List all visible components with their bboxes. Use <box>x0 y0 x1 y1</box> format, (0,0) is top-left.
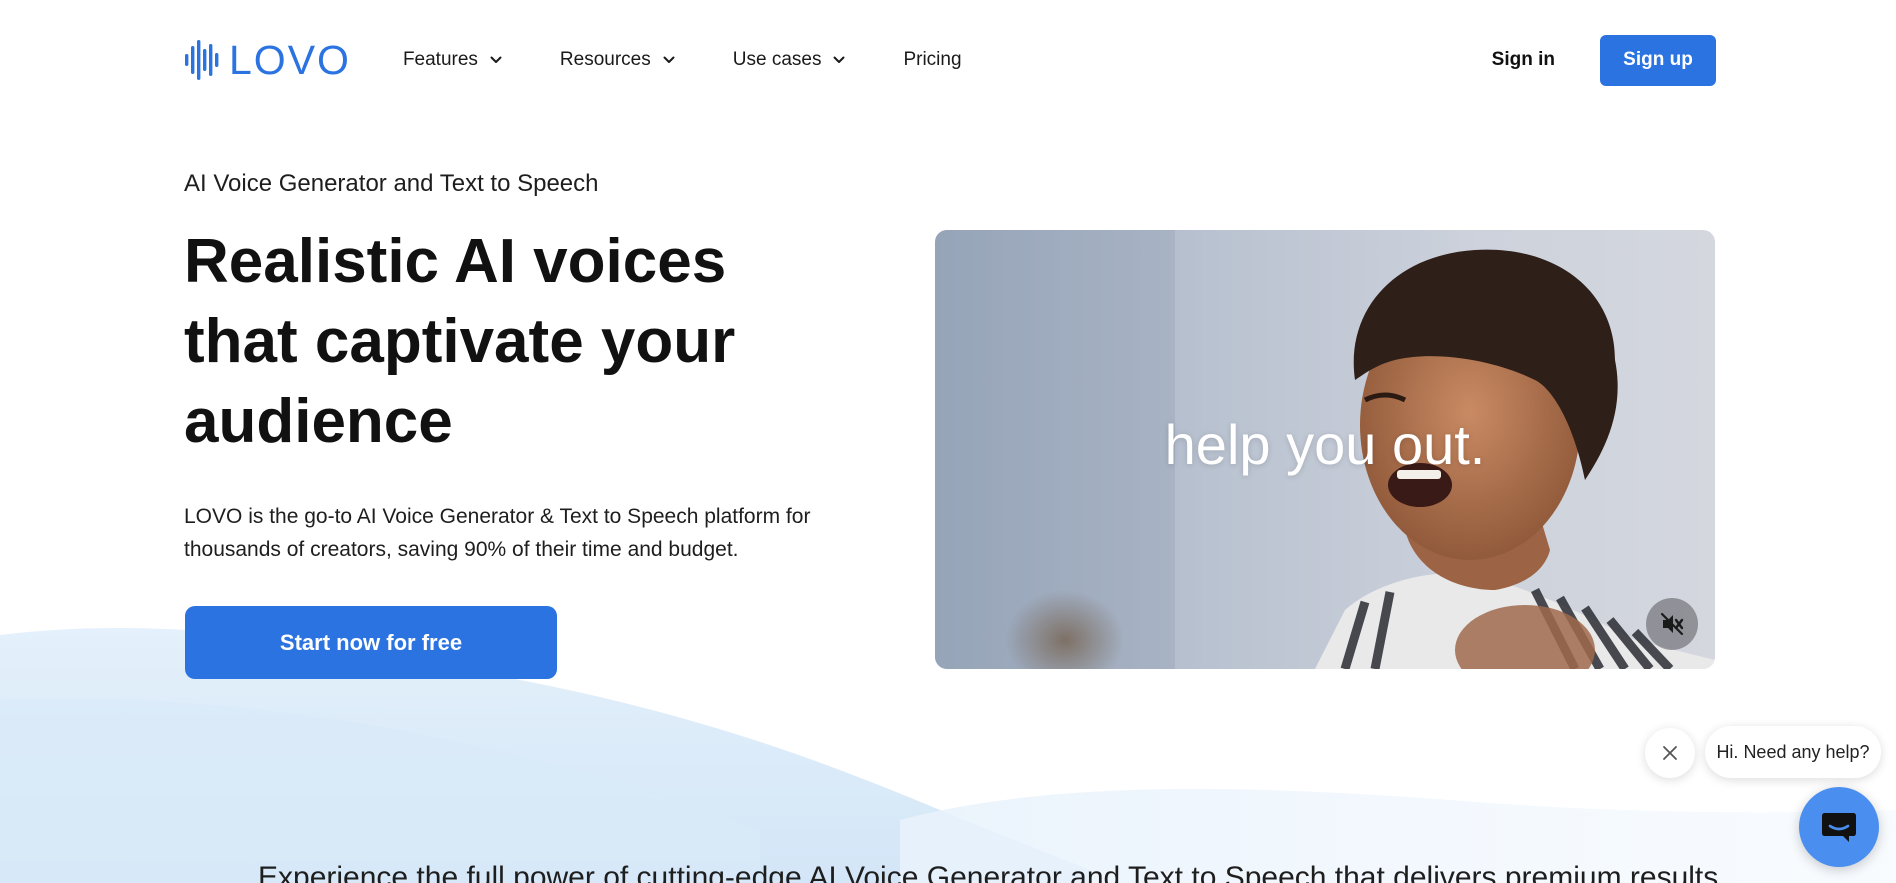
chat-dismiss-button[interactable] <box>1645 728 1695 778</box>
chat-greeting-bubble[interactable]: Hi. Need any help? <box>1705 726 1881 778</box>
sign-up-button[interactable]: Sign up <box>1600 34 1716 86</box>
hero-title: Realistic AI voices that captivate your … <box>184 227 736 456</box>
auth-actions: Sign in Sign up <box>1492 30 1716 90</box>
main-nav: Features Resources Use cases Pricing <box>403 30 1020 90</box>
chat-icon <box>1822 813 1856 842</box>
hero-video[interactable]: help you out. <box>935 230 1715 669</box>
site-header: LOVO Features Resources Use cases Pricin… <box>184 30 1716 90</box>
nav-item-label: Resources <box>559 49 651 70</box>
hero-eyebrow: AI Voice Generator and Text to Speech <box>184 170 599 197</box>
nav-item-use-cases[interactable]: Use cases <box>733 49 846 71</box>
nav-item-label: Features <box>402 49 478 70</box>
close-icon <box>1663 746 1677 760</box>
mute-button[interactable] <box>1646 598 1698 650</box>
section-intro: Experience the full power of cutting-edg… <box>258 861 1719 883</box>
lovo-logo[interactable]: LOVO <box>184 30 351 90</box>
video-caption: help you out. <box>1164 413 1486 476</box>
chevron-down-icon <box>663 56 675 63</box>
nav-item-resources[interactable]: Resources <box>560 49 675 71</box>
brand-name: LOVO <box>229 36 351 83</box>
nav-item-pricing[interactable]: Pricing <box>903 49 961 71</box>
nav-item-label: Pricing <box>903 49 962 70</box>
start-free-button[interactable]: Start now for free <box>185 606 557 679</box>
nav-item-features[interactable]: Features <box>403 49 502 71</box>
sign-in-link[interactable]: Sign in <box>1492 49 1555 71</box>
soundwave-logo-icon <box>185 40 219 80</box>
chat-greeting-text: Hi. Need any help? <box>1716 741 1870 762</box>
chevron-down-icon <box>833 56 845 63</box>
nav-item-label: Use cases <box>732 49 822 70</box>
speaker-muted-icon <box>1660 612 1684 636</box>
hero-description: LOVO is the go-to AI Voice Generator & T… <box>184 505 811 561</box>
chat-launcher-button[interactable] <box>1799 787 1879 867</box>
chevron-down-icon <box>490 56 502 63</box>
